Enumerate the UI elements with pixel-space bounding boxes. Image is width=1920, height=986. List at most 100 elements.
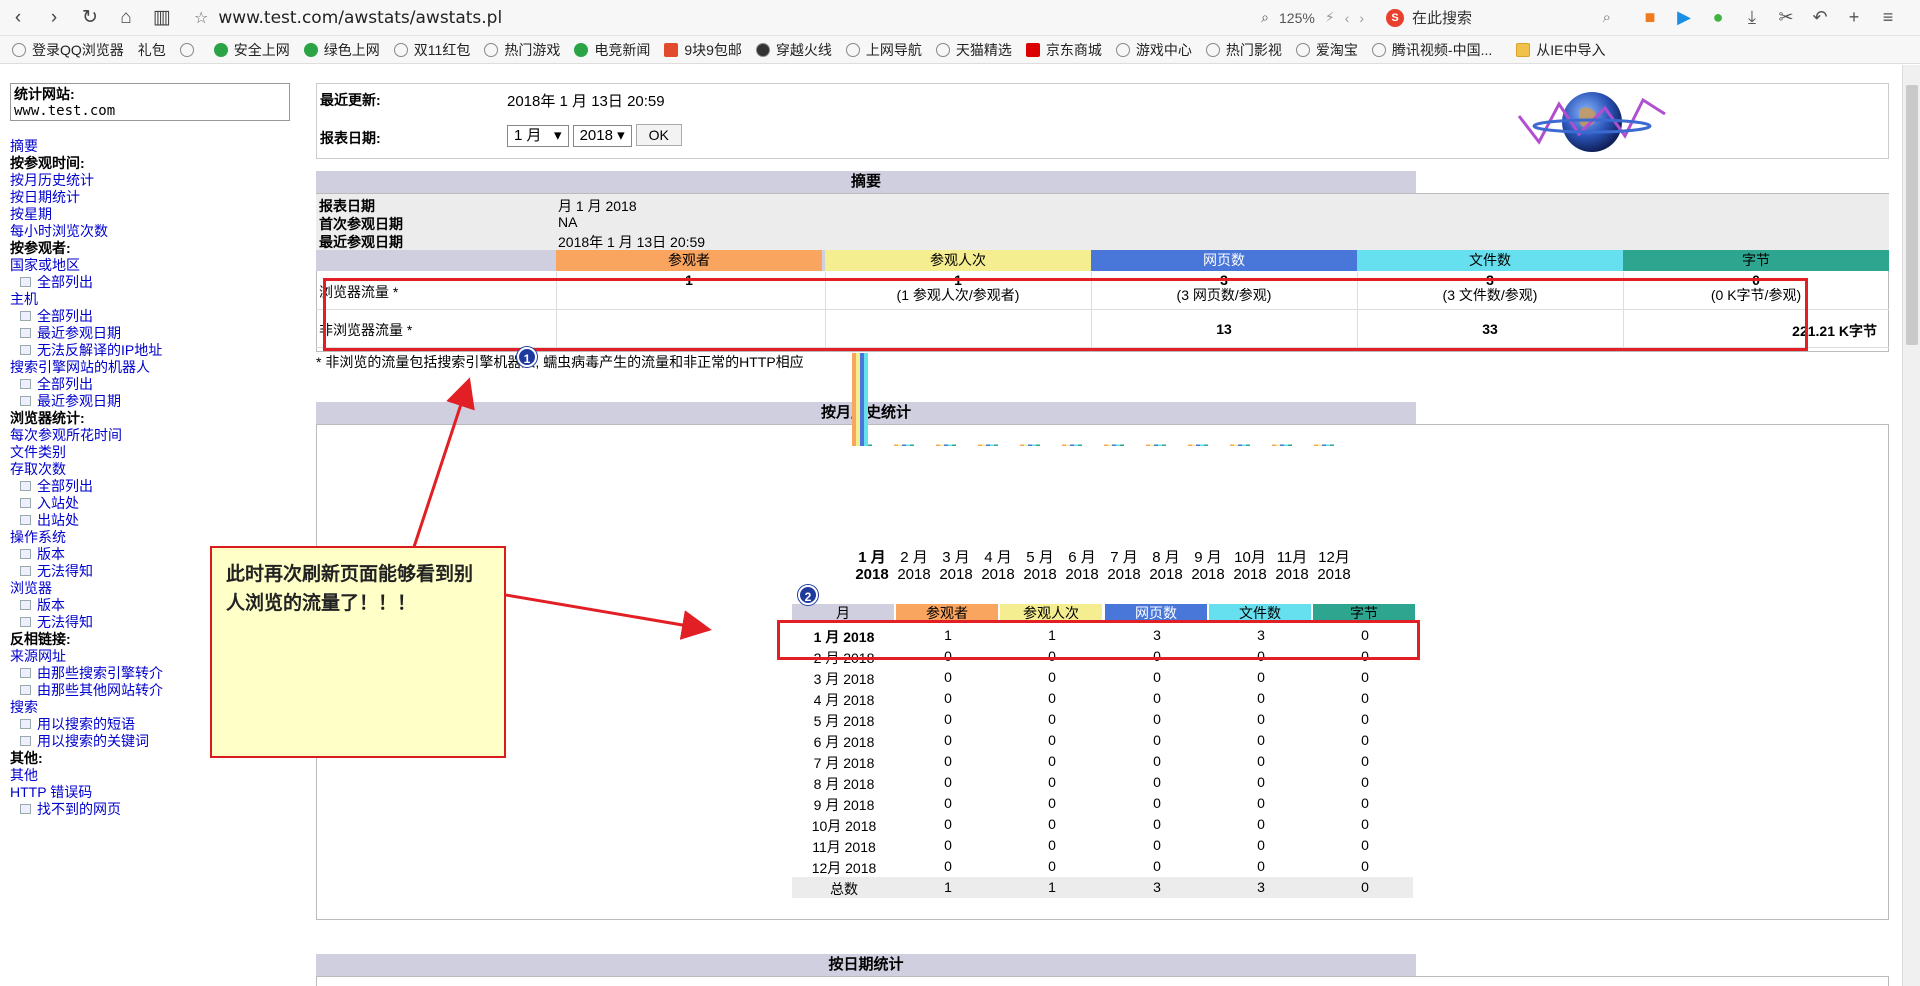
sidebar-link[interactable]: 操作系统 xyxy=(10,529,290,546)
zoom-level[interactable]: 125% xyxy=(1279,10,1315,26)
month-label[interactable]: 8 月 2018 xyxy=(1145,549,1187,583)
lightning-icon[interactable]: ⚡ xyxy=(1325,9,1335,26)
sidebar-link[interactable]: 最近参观日期 xyxy=(10,393,290,410)
summary-column-header: 参观者 参观人次 网页数 文件数 字节 xyxy=(316,250,1889,271)
month-bar xyxy=(1078,444,1082,446)
month-bar xyxy=(1238,444,1242,446)
bookmark-movies[interactable]: 热门影视 xyxy=(1205,40,1282,60)
bookmark-tencent-video[interactable]: 腾讯视频-中国... xyxy=(1371,40,1492,60)
month-label[interactable]: 7 月 2018 xyxy=(1103,549,1145,583)
ok-button[interactable]: OK xyxy=(635,124,682,146)
awstats-logo xyxy=(1517,92,1666,152)
sidebar-link[interactable]: 按日期统计 xyxy=(10,189,290,206)
forward-icon[interactable]: › xyxy=(36,0,72,36)
sidebar-link[interactable]: 全部列出 xyxy=(10,308,290,325)
value-cell: 0 xyxy=(1153,837,1161,853)
sidebar-link[interactable]: 全部列出 xyxy=(10,478,290,495)
bookmark-esports[interactable]: 电竞新闻 xyxy=(574,40,650,60)
first-visit-value: NA xyxy=(558,214,578,230)
undo-icon[interactable]: ↶ xyxy=(1803,0,1837,36)
sidebar-link[interactable]: 存取次数 xyxy=(10,461,290,478)
sidebar-link[interactable]: 无法反解译的IP地址 xyxy=(10,342,290,359)
bookmark-import-ie[interactable]: 从IE中导入 xyxy=(1516,40,1605,60)
reader-icon[interactable]: ▥ xyxy=(144,0,180,36)
value-cell: 0 xyxy=(944,858,952,874)
value-cell: 0 xyxy=(1048,732,1056,748)
bookmark-double11[interactable]: 双11红包 xyxy=(393,40,470,60)
search-input[interactable]: S 在此搜索 ⌕ xyxy=(1386,5,1611,31)
sidebar-link[interactable]: 摘要 xyxy=(10,138,290,155)
sogou-icon[interactable]: S xyxy=(1386,8,1404,27)
bookmark-taobao[interactable]: 爱淘宝 xyxy=(1295,40,1358,60)
month-label[interactable]: 9 月 2018 xyxy=(1187,549,1229,583)
sidebar-link[interactable]: 全部列出 xyxy=(10,274,290,291)
bookmark-games[interactable]: 热门游戏 xyxy=(484,40,560,60)
sidebar-link[interactable]: 按星期 xyxy=(10,206,290,223)
summary-col-header: 参观者 xyxy=(556,250,822,271)
value-cell: 0 xyxy=(1257,816,1265,832)
month-label[interactable]: 2 月 2018 xyxy=(893,549,935,583)
url-text[interactable]: www.test.com/awstats/awstats.pl xyxy=(218,8,502,28)
month-label[interactable]: 1 月 2018 xyxy=(851,549,893,583)
sidebar-link[interactable]: 全部列出 xyxy=(10,376,290,393)
page-scrollbar[interactable] xyxy=(1902,65,1920,986)
refresh-icon[interactable]: ↻ xyxy=(72,0,108,36)
scissors-icon[interactable]: ✂ xyxy=(1769,0,1803,36)
month-label[interactable]: 4 月 2018 xyxy=(977,549,1019,583)
month-label[interactable]: 11月 2018 xyxy=(1271,549,1313,583)
sidebar-link[interactable]: HTTP 错误码 xyxy=(10,784,290,801)
bookmark-nav[interactable]: 上网导航 xyxy=(845,40,922,60)
month-select[interactable]: 1 月 ▾ xyxy=(507,125,569,147)
menu-icon[interactable]: ≡ xyxy=(1871,0,1905,36)
month-cell: 12月 2018 xyxy=(811,860,877,876)
bookmark-cf[interactable]: 穿越火线 xyxy=(755,40,832,60)
bookmark-globe[interactable] xyxy=(179,42,200,57)
year-select[interactable]: 2018 ▾ xyxy=(572,125,632,147)
bookmark-safe[interactable]: 安全上网 xyxy=(213,40,290,60)
address-bar[interactable]: ☆ www.test.com/awstats/awstats.pl ⌕ 125%… xyxy=(194,0,1364,36)
sidebar-link[interactable]: 搜索引擎网站的机器人 xyxy=(10,359,290,376)
month-label[interactable]: 12月 2018 xyxy=(1313,549,1355,583)
value-cell: 0 xyxy=(944,753,952,769)
bookmark-green[interactable]: 绿色上网 xyxy=(303,40,380,60)
play-icon[interactable]: ▶ xyxy=(1667,0,1701,36)
sidebar-link[interactable]: 最近参观日期 xyxy=(10,325,290,342)
bookmark-99[interactable]: 9块9包邮 xyxy=(664,40,742,60)
month-bar xyxy=(860,353,864,446)
back-icon[interactable]: ‹ xyxy=(0,0,36,36)
sidebar-link[interactable]: 找不到的网页 xyxy=(10,801,290,818)
video-icon[interactable]: ■ xyxy=(1633,0,1667,36)
month-label[interactable]: 10月 2018 xyxy=(1229,549,1271,583)
table-row: 7 月 2018 0 0 0 0 0 xyxy=(792,751,1413,772)
month-label[interactable]: 5 月 2018 xyxy=(1019,549,1061,583)
bookmark-gift[interactable]: 礼包 xyxy=(138,40,166,60)
search-icon[interactable]: ⌕ xyxy=(1603,9,1611,26)
sidebar-link[interactable]: 国家或地区 xyxy=(10,257,290,274)
sidebar-link[interactable]: 出站处 xyxy=(10,512,290,529)
sidebar-link[interactable]: 其他 xyxy=(10,767,290,784)
shield-icon xyxy=(303,42,318,57)
scrollbar-thumb[interactable] xyxy=(1906,85,1918,345)
star-icon[interactable]: ☆ xyxy=(194,8,208,28)
month-label[interactable]: 6 月 2018 xyxy=(1061,549,1103,583)
sidebar-link[interactable]: 主机 xyxy=(10,291,290,308)
home-icon[interactable]: ⌂ xyxy=(108,0,144,36)
sidebar-link[interactable]: 入站处 xyxy=(10,495,290,512)
table-row: 12月 2018 0 0 0 0 0 xyxy=(792,856,1413,877)
download-icon[interactable]: ⤓ xyxy=(1735,0,1769,36)
chat-icon[interactable]: ● xyxy=(1701,0,1735,36)
month-bar xyxy=(1272,444,1276,446)
chevron-right-icon[interactable]: › xyxy=(1359,10,1364,26)
month-label[interactable]: 3 月 2018 xyxy=(935,549,977,583)
sidebar-link[interactable]: 按月历史统计 xyxy=(10,172,290,189)
bookmark-gamecenter[interactable]: 游戏中心 xyxy=(1115,40,1192,60)
chevron-left-icon[interactable]: ‹ xyxy=(1345,10,1350,26)
sidebar-link[interactable]: 每次参观所花时间 xyxy=(10,427,290,444)
sidebar-link[interactable]: 每小时浏览次数 xyxy=(10,223,290,240)
sidebar-link[interactable]: 文件类别 xyxy=(10,444,290,461)
new-tab-icon[interactable]: + xyxy=(1837,0,1871,36)
value-cell: 0 xyxy=(1361,774,1369,790)
bookmark-login[interactable]: 登录QQ浏览器 xyxy=(12,40,124,60)
bookmark-jd[interactable]: 京东商城 xyxy=(1025,40,1102,60)
bookmark-tmall[interactable]: 天猫精选 xyxy=(935,40,1012,60)
